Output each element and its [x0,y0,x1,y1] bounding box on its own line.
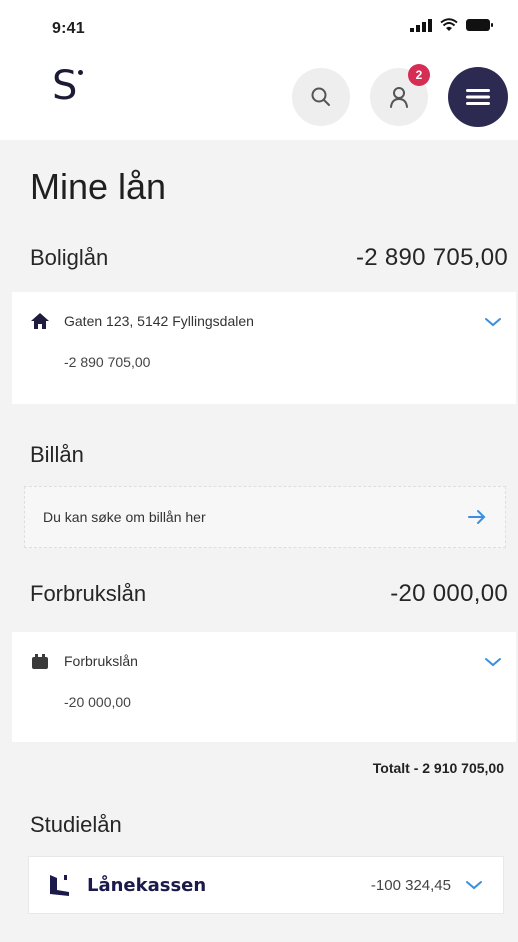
signal-icon [410,19,432,32]
forbrukslan-header: Forbrukslån -20 000,00 [30,580,508,608]
sbanken-logo: S [52,63,78,109]
boliglan-item-row: Gaten 123, 5142 Fyllingsdalen [30,312,254,330]
lanekassen-amount: -100 324,45 [370,876,451,894]
lanekassen-name: Lånekassen [87,874,207,896]
search-icon [311,87,330,106]
wallet-icon [32,654,48,669]
search-button[interactable] [292,68,350,126]
boliglan-item-amount: -2 890 705,00 [64,354,151,370]
chevron-down-icon[interactable] [484,316,502,328]
loans-total: Totalt - 2 910 705,00 [372,760,504,776]
logo-dot [78,70,83,75]
lanekassen-card[interactable]: Lånekassen -100 324,45 [28,856,504,914]
status-bar: 9:41 [0,0,518,56]
page-title: Mine lån [30,166,167,207]
billan-cta-text: Du kan søke om billån her [43,509,206,525]
boliglan-card[interactable]: Gaten 123, 5142 Fyllingsdalen -2 890 705… [12,292,516,404]
forbrukslan-total: -20 000,00 [390,580,508,607]
chevron-down-icon[interactable] [465,879,483,891]
user-icon [390,87,408,108]
studielan-header: Studielån [30,812,508,838]
billan-apply-link[interactable]: Du kan søke om billån her [24,486,506,548]
hamburger-menu-icon [466,89,490,105]
menu-button[interactable] [448,67,508,127]
arrow-right-icon [468,510,486,524]
forbrukslan-card[interactable]: Forbrukslån -20 000,00 [12,632,516,742]
status-icons [410,18,493,32]
billan-header: Billån [30,442,508,468]
forbrukslan-item-name: Forbrukslån [64,653,138,669]
notification-badge: 2 [408,64,430,86]
billan-title: Billån [30,442,84,467]
boliglan-title: Boliglån [30,245,109,270]
profile-button[interactable]: 2 [370,64,430,126]
boliglan-header: Boliglån -2 890 705,00 [30,244,508,272]
chevron-down-icon[interactable] [484,656,502,668]
forbrukslan-item-row: Forbrukslån [30,652,138,670]
house-icon [31,313,49,329]
app-screen: 9:41 S 2 Mine lån Boliglån -2 890 705,00… [0,0,518,942]
studielan-title: Studielån [30,812,122,837]
boliglan-total: -2 890 705,00 [355,244,508,271]
loans-content: Mine lån Boliglån -2 890 705,00 Gaten 12… [0,140,518,942]
boliglan-item-name: Gaten 123, 5142 Fyllingsdalen [64,313,254,329]
lanekassen-logo-icon [50,875,69,896]
forbrukslan-title: Forbrukslån [30,581,147,606]
status-time: 9:41 [52,20,85,37]
app-header: S 2 [0,56,518,140]
wifi-icon [440,18,458,31]
battery-icon [466,19,493,31]
forbrukslan-item-amount: -20 000,00 [64,694,131,710]
